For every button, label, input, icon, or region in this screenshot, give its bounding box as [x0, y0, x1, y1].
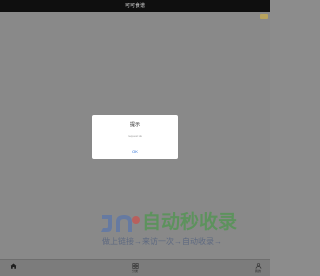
- tab-user-label: 我的: [254, 269, 261, 273]
- tab-category-label: 分类: [131, 269, 138, 273]
- corner-badge: [260, 14, 268, 19]
- tab-home[interactable]: [5, 261, 21, 275]
- ok-button[interactable]: OK: [129, 148, 141, 155]
- home-icon: [10, 263, 16, 269]
- watermark: 自动秒收录 做上链接→来访一次→自动收录→: [98, 211, 258, 251]
- app-title: 可可食谱: [124, 3, 145, 9]
- tab-category[interactable]: 分类: [127, 261, 143, 275]
- bottom-tab-bar: 分类 我的: [0, 259, 270, 276]
- alert-dialog: 提示 request:ok OK: [92, 115, 178, 159]
- watermark-subtitle: 做上链接→来访一次→自动收录→: [102, 237, 222, 246]
- dialog-message: request:ok: [127, 134, 142, 138]
- watermark-title: 自动秒收录: [142, 212, 238, 233]
- app-title-bar: 可可食谱: [0, 0, 270, 12]
- tab-user[interactable]: 我的: [250, 261, 266, 275]
- watermark-logo-icon: [101, 215, 140, 232]
- dialog-title: 提示: [129, 122, 140, 128]
